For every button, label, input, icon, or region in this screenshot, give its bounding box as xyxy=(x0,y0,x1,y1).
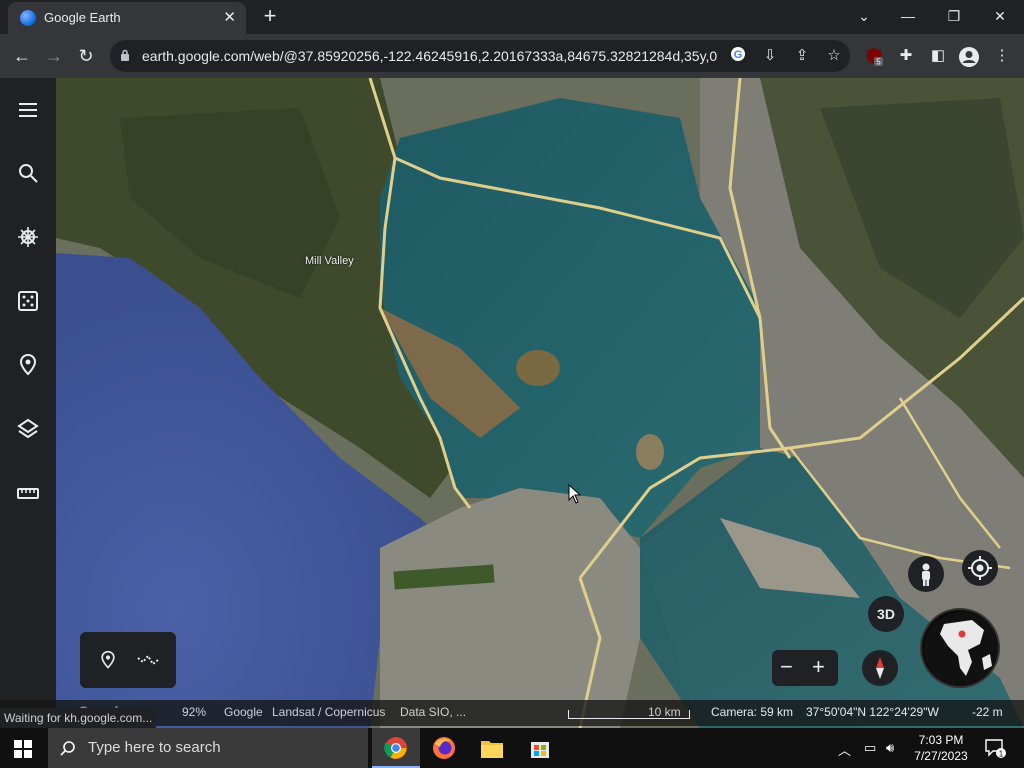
mouse-cursor-icon xyxy=(568,484,582,504)
voyager-ship-wheel-icon[interactable] xyxy=(16,225,40,249)
reload-button[interactable]: ↻ xyxy=(74,44,98,68)
mini-globe-navigator[interactable] xyxy=(920,608,1000,688)
tab-strip: Google Earth ✕ + ⌄ — ❐ ✕ xyxy=(0,0,1024,34)
lock-icon xyxy=(121,49,129,61)
attribution-landsat[interactable]: Landsat / Copernicus xyxy=(272,705,385,719)
coordinates-readout: 37°50'04"N 122°24'29"W xyxy=(806,705,939,719)
new-tab-button[interactable]: + xyxy=(258,4,282,28)
earth-sidebar xyxy=(0,78,56,728)
drawing-tools-panel xyxy=(80,632,176,688)
notification-count: 1 xyxy=(999,750,1004,759)
windows-taskbar: Type here to search ︿ ▭ 🔊︎ 7:03 PM 7/27/… xyxy=(0,728,1024,768)
toggle-3d-button[interactable]: 3D xyxy=(868,596,904,632)
store-bag-icon xyxy=(531,742,549,758)
svg-text:G: G xyxy=(734,49,743,61)
zoom-out-button[interactable]: − xyxy=(780,654,793,680)
windows-start-icon[interactable] xyxy=(14,740,32,758)
url-text[interactable]: earth.google.com/web/@37.85920256,-122.4… xyxy=(142,48,717,64)
chrome-icon xyxy=(384,737,407,759)
extension-badge-count: 5 xyxy=(876,58,881,67)
volume-icon[interactable]: 🔊︎ xyxy=(886,740,894,756)
zoom-in-button[interactable]: + xyxy=(812,654,825,680)
pegman-street-view-button[interactable] xyxy=(908,556,944,592)
attribution-data[interactable]: Data SIO, ... xyxy=(400,705,466,719)
taskbar-search-box[interactable]: Type here to search xyxy=(48,728,368,768)
minimize-button[interactable]: — xyxy=(888,4,928,28)
camera-altitude: Camera: 59 km xyxy=(711,705,794,719)
forward-button[interactable]: → xyxy=(42,44,66,68)
google-earth-favicon-icon xyxy=(20,10,36,26)
show-hidden-icons-chevron-icon[interactable]: ︿ xyxy=(838,740,851,759)
taskbar-search-placeholder: Type here to search xyxy=(88,739,221,756)
side-panel-icon[interactable]: ◧ xyxy=(928,46,948,66)
place-label-mill-valley[interactable]: Mill Valley xyxy=(305,255,354,267)
tab-title: Google Earth xyxy=(44,10,121,25)
network-icon[interactable]: ▭ xyxy=(864,740,876,756)
browser-toolbar: ← → ↻ earth.google.com/web/@37.85920256,… xyxy=(0,34,1024,78)
taskbar-file-explorer-app[interactable] xyxy=(468,728,516,768)
taskbar-search-icon xyxy=(60,741,75,756)
measure-ruler-icon[interactable] xyxy=(16,481,40,505)
compass-button[interactable] xyxy=(862,650,898,686)
clock-date: 7/27/2023 xyxy=(914,749,968,763)
scale-label: 10 km xyxy=(648,705,681,719)
ublock-extension-icon[interactable]: 5 xyxy=(864,46,884,67)
tab-search-chevron-icon[interactable]: ⌄ xyxy=(844,4,884,28)
extensions-puzzle-icon[interactable]: ✚ xyxy=(896,46,916,66)
pegman-icon xyxy=(922,563,930,586)
search-icon[interactable] xyxy=(16,161,40,185)
bookmark-star-icon[interactable]: ☆ xyxy=(824,46,844,66)
taskbar-chrome-app[interactable] xyxy=(372,728,420,768)
compass-icon xyxy=(876,657,884,679)
taskbar-clock[interactable]: 7:03 PM 7/27/2023 xyxy=(908,732,974,764)
map-style-layers-icon[interactable] xyxy=(16,417,40,441)
taskbar-firefox-app[interactable] xyxy=(420,728,468,768)
google-g-icon[interactable]: G xyxy=(728,46,748,66)
clock-time: 7:03 PM xyxy=(918,733,964,747)
loading-status: Waiting for kh.google.com... xyxy=(0,708,157,728)
load-percent: 92% xyxy=(182,705,207,719)
firefox-icon xyxy=(433,737,455,759)
tab-google-earth[interactable]: Google Earth ✕ xyxy=(8,2,246,34)
earth-map-view[interactable] xyxy=(0,78,1024,728)
address-bar[interactable]: earth.google.com/web/@37.85920256,-122.4… xyxy=(110,40,850,72)
satellite-imagery[interactable] xyxy=(0,78,1024,728)
my-location-button[interactable] xyxy=(962,550,998,586)
crosshair-location-icon xyxy=(968,556,992,580)
back-button[interactable]: ← xyxy=(10,44,34,68)
taskbar-store-app[interactable] xyxy=(516,728,564,768)
restore-button[interactable]: ❐ xyxy=(934,4,974,28)
add-placemark-icon[interactable] xyxy=(98,650,118,670)
projects-pin-icon[interactable] xyxy=(16,353,40,377)
folder-icon xyxy=(481,741,503,758)
tab-close-icon[interactable]: ✕ xyxy=(223,8,236,26)
attribution-google[interactable]: Google xyxy=(224,705,263,719)
close-window-button[interactable]: ✕ xyxy=(980,4,1020,28)
chrome-menu-icon[interactable]: ⋮ xyxy=(992,46,1012,66)
elevation-readout: -22 m xyxy=(972,705,1003,719)
notification-icon: 1 xyxy=(985,739,1006,759)
profile-avatar-icon[interactable] xyxy=(958,46,979,67)
share-icon[interactable]: ⇪ xyxy=(792,46,812,66)
menu-icon[interactable] xyxy=(16,98,40,122)
install-app-icon[interactable]: ⇩ xyxy=(760,46,780,66)
feeling-lucky-dice-icon[interactable] xyxy=(16,289,40,313)
notification-center-button[interactable]: 1 xyxy=(984,737,1006,762)
zoom-controls: − + xyxy=(772,650,838,686)
draw-path-icon[interactable] xyxy=(136,650,160,670)
